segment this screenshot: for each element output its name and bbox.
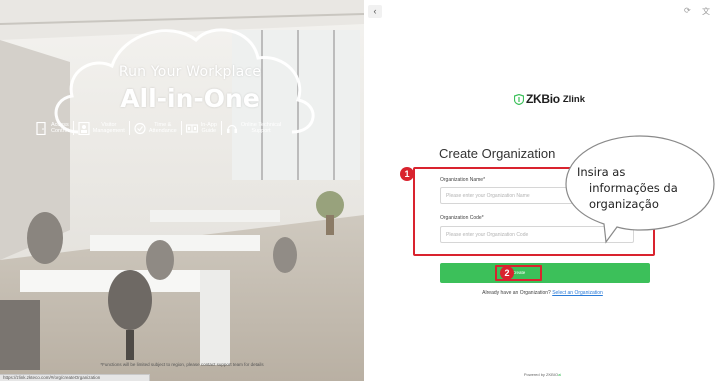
powered-brand: ZKBIO <box>546 372 559 377</box>
bubble-line-2: informações da <box>589 181 678 195</box>
feature-label-line2: Attendance <box>148 128 177 134</box>
feature-visitor-management: Visitor Management <box>78 121 125 135</box>
feature-access-control: Access Control <box>36 121 69 135</box>
brand-zk: ZK <box>526 92 542 106</box>
visitor-icon <box>78 121 90 135</box>
shield-icon <box>514 93 524 105</box>
chevron-left-icon: ‹ <box>373 6 377 16</box>
already-have-org-text: Already have an Organization? Select an … <box>364 290 721 296</box>
create-button[interactable]: Create <box>440 263 650 283</box>
powered-brand-ai: ai <box>558 372 562 377</box>
step-marker-1: 1 <box>400 167 414 181</box>
feature-label-line2: Guide <box>201 128 217 134</box>
step-marker-2: 2 <box>500 266 514 280</box>
translate-icon[interactable]: 文 <box>702 6 710 17</box>
promo-headline-main: All-in-One <box>120 84 260 113</box>
divider <box>180 121 182 135</box>
zkbio-zlink-logo: ZKBio Zlink <box>514 92 585 106</box>
app-window: Run Your Workplace All-in-One Access Con… <box>0 0 721 381</box>
feature-online-support: Online Technical Support <box>226 122 281 135</box>
org-name-label: Organization Name* <box>440 177 486 183</box>
page-title: Create Organization <box>439 146 556 161</box>
feature-time-attendance: Time & Attendance <box>134 122 177 135</box>
already-text: Already have an Organization? <box>482 290 551 296</box>
brand-zlink: Zlink <box>562 94 586 105</box>
refresh-icon[interactable]: ⟳ <box>684 6 691 15</box>
feature-strip: Access Control Visitor Management Time &… <box>36 117 336 139</box>
book-icon <box>185 123 198 133</box>
promo-panel: Run Your Workplace All-in-One Access Con… <box>0 0 364 381</box>
divider <box>128 121 130 135</box>
back-button[interactable]: ‹ <box>368 5 382 18</box>
cloud-outline-graphic <box>54 28 315 134</box>
feature-label-line2: Management <box>92 128 125 134</box>
feature-in-app-guide: In-App Guide <box>185 122 217 135</box>
headset-icon <box>226 124 237 133</box>
powered-by: Powered by ZKBIOai <box>364 372 721 377</box>
divider <box>72 121 74 135</box>
clock-icon <box>134 122 146 134</box>
feature-label-line2: Control <box>51 128 69 134</box>
select-organization-link[interactable]: Select an Organization <box>552 290 603 296</box>
speech-bubble-text: Insira as informações da organização <box>565 164 715 212</box>
feature-label-line2: Support <box>251 128 271 134</box>
powered-prefix: Powered by <box>523 372 547 377</box>
status-url-bar: https://zlink.zkteco.com/#/org/createOrg… <box>0 374 150 381</box>
door-icon <box>36 121 46 135</box>
divider <box>220 121 222 135</box>
bubble-line-1: Insira as <box>577 165 626 179</box>
org-code-label: Organization Code* <box>440 215 484 221</box>
promo-headline-top: Run Your Workplace <box>118 64 262 80</box>
brand-bio: Bio <box>541 92 560 106</box>
bubble-line-3: organização <box>589 197 659 211</box>
promo-footnote: *Functions will be limited subject to re… <box>100 362 264 367</box>
